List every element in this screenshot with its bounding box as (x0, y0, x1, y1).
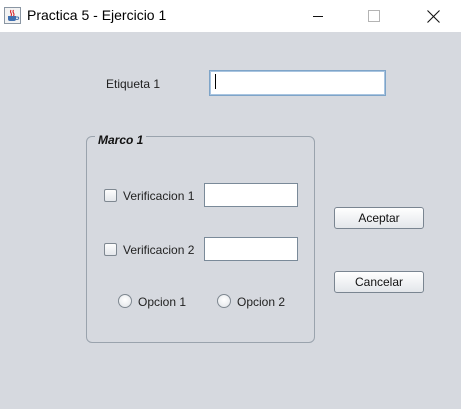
maximize-icon (368, 10, 380, 22)
window-title: Practica 5 - Ejercicio 1 (27, 7, 167, 23)
radio-opcion-2[interactable] (217, 294, 231, 308)
radio-label-1: Opcion 1 (138, 295, 187, 309)
group-title: Marco 1 (95, 133, 147, 147)
cancelar-button[interactable]: Cancelar (334, 271, 424, 293)
radio-opcion-1[interactable] (118, 294, 132, 308)
close-button[interactable] (410, 0, 456, 32)
minimize-icon (313, 16, 323, 17)
minimize-button[interactable] (295, 0, 341, 32)
text-field-verificacion-1[interactable] (204, 183, 298, 207)
checkbox-label-2: Verificacion 2 (123, 243, 195, 257)
text-field-1[interactable] (209, 70, 386, 96)
radio-label-2: Opcion 2 (237, 295, 286, 309)
checkbox-verificacion-2[interactable] (104, 243, 117, 256)
close-icon (426, 9, 440, 23)
text-caret (215, 74, 216, 89)
label-etiqueta-1: Etiqueta 1 (106, 77, 161, 91)
java-cup-icon (4, 7, 21, 24)
aceptar-button[interactable]: Aceptar (334, 207, 424, 229)
title-bar[interactable]: Practica 5 - Ejercicio 1 (0, 0, 461, 32)
checkbox-verificacion-1[interactable] (104, 189, 117, 202)
checkbox-label-1: Verificacion 1 (123, 189, 195, 203)
maximize-button[interactable] (351, 0, 397, 32)
text-field-verificacion-2[interactable] (204, 237, 298, 261)
